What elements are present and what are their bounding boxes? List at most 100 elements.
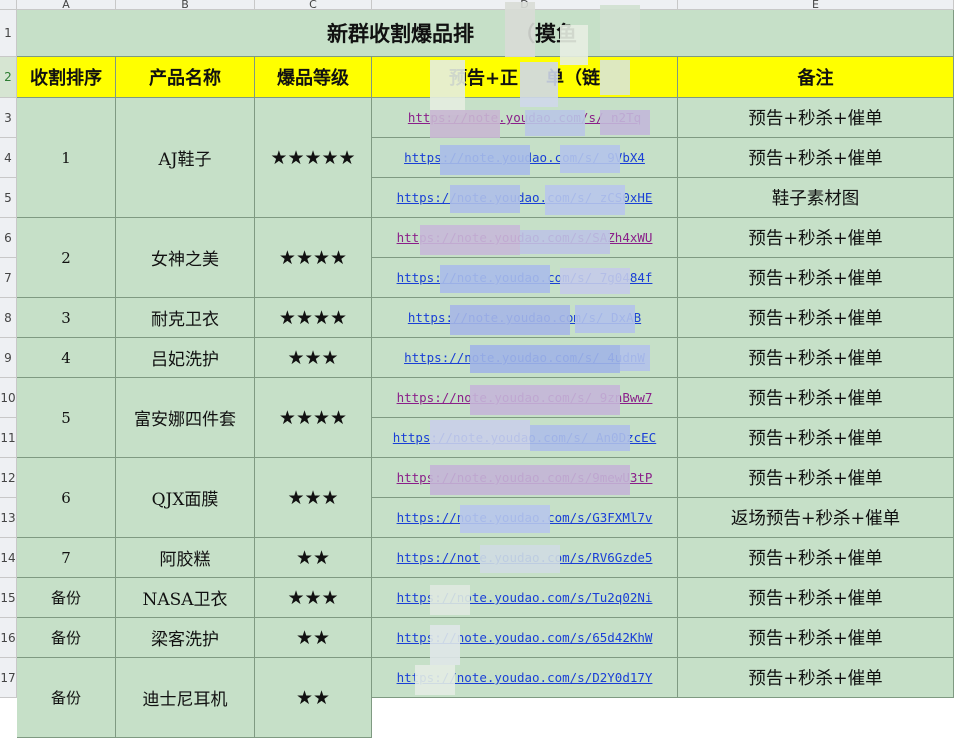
note-link[interactable]: https://note.youdao.com/s/G3FXMl7v — [397, 510, 653, 525]
link-cell[interactable]: https://note.youdao.com/s/ DxAB — [372, 298, 678, 338]
rating-stars-cell[interactable]: ★★★★ — [255, 298, 372, 338]
note-link[interactable]: https://note.youdao.com/s/D2Y0d17Y — [397, 670, 653, 685]
product-name-cell[interactable]: 耐克卫衣 — [116, 298, 255, 338]
note-cell[interactable]: 预告+秒杀+催单 — [678, 378, 954, 418]
note-cell[interactable]: 预告+秒杀+催单 — [678, 258, 954, 298]
rank-cell[interactable]: 1 — [17, 98, 116, 218]
note-cell[interactable]: 预告+秒杀+催单 — [678, 538, 954, 578]
note-link[interactable]: https://note.youdao.com/s/ 9znBww7 — [397, 390, 653, 405]
header-links[interactable]: 预告+正 单（链 — [372, 57, 678, 98]
note-link[interactable]: https://note.youdao.com/s/RV6Gzde5 — [397, 550, 653, 565]
note-link[interactable]: https://note.youdao.com/s/ n2Tq — [408, 110, 641, 125]
link-cell[interactable]: https://note.youdao.com/s/65d42KhW — [372, 618, 678, 658]
rank-cell[interactable]: 6 — [17, 458, 116, 538]
rank-cell[interactable]: 5 — [17, 378, 116, 458]
product-name-cell[interactable]: 梁客洗护 — [116, 618, 255, 658]
rank-cell[interactable]: 7 — [17, 538, 116, 578]
row-header[interactable]: 11 — [0, 418, 17, 458]
row-header[interactable]: 12 — [0, 458, 17, 498]
link-cell[interactable]: https://note.youdao.com/s/Tu2q02Ni — [372, 578, 678, 618]
note-link[interactable]: https://note.youdao.com/s/9mewU3tP — [397, 470, 653, 485]
row-header[interactable]: 13 — [0, 498, 17, 538]
select-all-corner[interactable] — [0, 0, 17, 10]
row-header[interactable]: 5 — [0, 178, 17, 218]
rating-stars-cell[interactable]: ★★★ — [255, 578, 372, 618]
header-level[interactable]: 爆品等级 — [255, 57, 372, 98]
column-header-e[interactable]: E — [678, 0, 954, 10]
row-header[interactable]: 10 — [0, 378, 17, 418]
note-cell[interactable]: 预告+秒杀+催单 — [678, 218, 954, 258]
link-cell[interactable]: https://note.youdao.com/s/ 4udnW — [372, 338, 678, 378]
row-header[interactable]: 6 — [0, 218, 17, 258]
rank-cell[interactable]: 2 — [17, 218, 116, 298]
rating-stars-cell[interactable]: ★★ — [255, 658, 372, 738]
row-header[interactable]: 8 — [0, 298, 17, 338]
product-name-cell[interactable]: 吕妃洗护 — [116, 338, 255, 378]
rating-stars-cell[interactable]: ★★★★★ — [255, 98, 372, 218]
header-product-name[interactable]: 产品名称 — [116, 57, 255, 98]
rating-stars-cell[interactable]: ★★ — [255, 538, 372, 578]
product-name-cell[interactable]: 迪士尼耳机 — [116, 658, 255, 738]
row-header[interactable]: 4 — [0, 138, 17, 178]
link-cell[interactable]: https://note.youdao.com/s/ 7g0484f — [372, 258, 678, 298]
row-header[interactable]: 1 — [0, 10, 17, 57]
product-name-cell[interactable]: NASA卫衣 — [116, 578, 255, 618]
row-header[interactable]: 15 — [0, 578, 17, 618]
note-cell[interactable]: 预告+秒杀+催单 — [678, 298, 954, 338]
note-link[interactable]: https://note.youdao.com/s/ 4udnW — [404, 350, 645, 365]
column-header-b[interactable]: B — [116, 0, 255, 10]
note-link[interactable]: https://note.youdao.com/s/Tu2q02Ni — [397, 590, 653, 605]
note-cell[interactable]: 鞋子素材图 — [678, 178, 954, 218]
note-link[interactable]: https://note.youdao.com/s/ zCS0xHE — [397, 190, 653, 205]
rating-stars-cell[interactable]: ★★★★ — [255, 218, 372, 298]
note-link[interactable]: https://note.youdao.com/s/ 9VbX4 — [404, 150, 645, 165]
rating-stars-cell[interactable]: ★★ — [255, 618, 372, 658]
link-cell[interactable]: https://note.youdao.com/s/G3FXMl7v — [372, 498, 678, 538]
header-note[interactable]: 备注 — [678, 57, 954, 98]
note-cell[interactable]: 预告+秒杀+催单 — [678, 458, 954, 498]
rating-stars-cell[interactable]: ★★★ — [255, 458, 372, 538]
product-name-cell[interactable]: 阿胶糕 — [116, 538, 255, 578]
product-name-cell[interactable]: QJX面膜 — [116, 458, 255, 538]
rating-stars-cell[interactable]: ★★★ — [255, 338, 372, 378]
column-header-a[interactable]: A — [17, 0, 116, 10]
row-header[interactable]: 16 — [0, 618, 17, 658]
link-cell[interactable]: https://note.youdao.com/s/ 9znBww7 — [372, 378, 678, 418]
link-cell[interactable]: https://note.youdao.com/s/9mewU3tP — [372, 458, 678, 498]
column-header-d[interactable]: D — [372, 0, 678, 10]
note-cell[interactable]: 预告+秒杀+催单 — [678, 138, 954, 178]
link-cell[interactable]: https://note.youdao.com/s/SAZh4xWU — [372, 218, 678, 258]
note-cell[interactable]: 预告+秒杀+催单 — [678, 618, 954, 658]
row-header[interactable]: 2 — [0, 57, 17, 98]
rank-cell[interactable]: 备份 — [17, 618, 116, 658]
note-link[interactable]: https://note.youdao.com/s/65d42KhW — [397, 630, 653, 645]
row-header[interactable]: 3 — [0, 98, 17, 138]
rank-cell[interactable]: 备份 — [17, 658, 116, 738]
link-cell[interactable]: https://note.youdao.com/s/ zCS0xHE — [372, 178, 678, 218]
column-header-c[interactable]: C — [255, 0, 372, 10]
link-cell[interactable]: https://note.youdao.com/s/ n2Tq — [372, 98, 678, 138]
link-cell[interactable]: https://note.youdao.com/s/ 9VbX4 — [372, 138, 678, 178]
note-cell[interactable]: 预告+秒杀+催单 — [678, 578, 954, 618]
row-header[interactable]: 7 — [0, 258, 17, 298]
rank-cell[interactable]: 备份 — [17, 578, 116, 618]
note-link[interactable]: https://note.youdao.com/s/SAZh4xWU — [397, 230, 653, 245]
note-cell[interactable]: 返场预告+秒杀+催单 — [678, 498, 954, 538]
link-cell[interactable]: https://note.youdao.com/s/ An0DzcEC — [372, 418, 678, 458]
row-header[interactable]: 9 — [0, 338, 17, 378]
product-name-cell[interactable]: 富安娜四件套 — [116, 378, 255, 458]
link-cell[interactable]: https://note.youdao.com/s/RV6Gzde5 — [372, 538, 678, 578]
note-link[interactable]: https://note.youdao.com/s/ 7g0484f — [397, 270, 653, 285]
note-cell[interactable]: 预告+秒杀+催单 — [678, 418, 954, 458]
rating-stars-cell[interactable]: ★★★★ — [255, 378, 372, 458]
note-link[interactable]: https://note.youdao.com/s/ DxAB — [408, 310, 641, 325]
row-header[interactable]: 17 — [0, 658, 17, 698]
rank-cell[interactable]: 4 — [17, 338, 116, 378]
product-name-cell[interactable]: AJ鞋子 — [116, 98, 255, 218]
rank-cell[interactable]: 3 — [17, 298, 116, 338]
header-rank[interactable]: 收割排序 — [17, 57, 116, 98]
row-header[interactable]: 14 — [0, 538, 17, 578]
note-cell[interactable]: 预告+秒杀+催单 — [678, 98, 954, 138]
note-cell[interactable]: 预告+秒杀+催单 — [678, 338, 954, 378]
product-name-cell[interactable]: 女神之美 — [116, 218, 255, 298]
